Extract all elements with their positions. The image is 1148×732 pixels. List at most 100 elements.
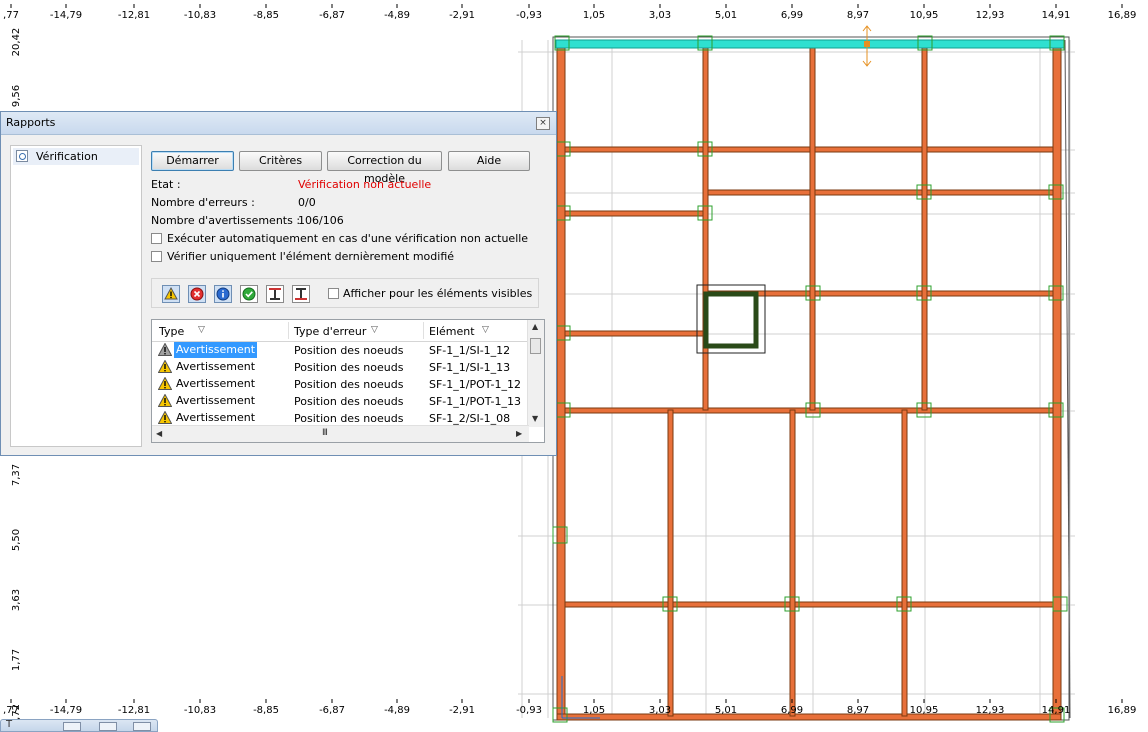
- scroll-up-icon[interactable]: ▲: [532, 322, 538, 331]
- report-tree: Vérification: [10, 145, 142, 447]
- error-filter-icon[interactable]: [188, 285, 206, 303]
- restore-icon[interactable]: [63, 722, 81, 731]
- ruler-x-label: 16,89: [1108, 10, 1137, 21]
- visible-only-checkbox[interactable]: [328, 288, 339, 299]
- ruler-y-label: 3,63: [11, 589, 22, 611]
- row-type: Avertissement: [176, 360, 256, 373]
- warnings-label: Nombre d'avertissements :: [151, 214, 301, 227]
- sort-icon[interactable]: ▽: [198, 325, 205, 335]
- ruler-x-label: 12,93: [976, 705, 1005, 716]
- vertical-scrollbar[interactable]: ▲ ▼: [527, 320, 544, 427]
- ruler-x-label: 3,03: [649, 10, 671, 21]
- row-error: Position des noeuds: [294, 395, 404, 408]
- ruler-x-label: -2,91: [449, 705, 475, 716]
- warning-icon: [158, 377, 172, 390]
- export-top-icon[interactable]: [266, 285, 284, 303]
- ruler-x-label: -8,85: [253, 10, 279, 21]
- ruler-x-label: -10,83: [184, 10, 216, 21]
- close-panel-icon[interactable]: [133, 722, 151, 731]
- info-filter-icon[interactable]: [214, 285, 232, 303]
- errors-label: Nombre d'erreurs :: [151, 196, 255, 209]
- table-row[interactable]: Avertissement Position des noeuds SF-1_1…: [152, 376, 529, 393]
- ruler-x-label: 16,89: [1108, 705, 1137, 716]
- last-element-label: Vérifier uniquement l'élément dernièreme…: [167, 250, 455, 263]
- ruler-x-label: 3,03: [649, 705, 671, 716]
- column-type[interactable]: Type: [159, 325, 184, 338]
- warning-icon: [158, 394, 172, 407]
- ruler-x-label: -12,81: [118, 705, 150, 716]
- scroll-grip[interactable]: III: [322, 428, 328, 438]
- scroll-down-icon[interactable]: ▼: [532, 414, 538, 423]
- ruler-x-label: -6,87: [319, 705, 345, 716]
- row-element: SF-1_1/SI-1_12: [429, 344, 511, 357]
- table-row[interactable]: Avertissement Position des noeuds SF-1_1…: [152, 342, 529, 359]
- ruler-x-label: -8,85: [253, 705, 279, 716]
- ruler-y-label: 20,42: [11, 28, 22, 57]
- ruler-x-label: -12,81: [118, 10, 150, 21]
- row-error: Position des noeuds: [294, 378, 404, 391]
- model-fix-button[interactable]: Correction du modèle: [327, 151, 442, 185]
- warning-filter-icon[interactable]: [162, 285, 180, 303]
- ruler-x-label: 14,91: [1042, 10, 1071, 21]
- ruler-y-label: 7,37: [11, 464, 22, 486]
- row-error: Position des noeuds: [294, 412, 404, 425]
- ruler-x-label: 8,97: [847, 705, 869, 716]
- help-button[interactable]: Aide: [448, 151, 530, 171]
- sort-icon[interactable]: ▽: [371, 325, 378, 335]
- ok-filter-icon[interactable]: [240, 285, 258, 303]
- ruler-x-label: -14,79: [50, 10, 82, 21]
- ruler-bottom: ,77 -14,79 -12,81 -10,83 -8,85 -6,87 -4,89 -2,9…: [3, 699, 1136, 716]
- ruler-x-label: 5,01: [715, 10, 737, 21]
- ruler-y-label: 1,77: [11, 649, 22, 671]
- row-element: SF-1_1/SI-1_13: [429, 361, 511, 374]
- ruler-x-label: 5,01: [715, 705, 737, 716]
- ruler-x-label: 6,99: [781, 705, 803, 716]
- ruler-x-label: -4,89: [384, 10, 410, 21]
- ruler-x-label: 10,95: [910, 705, 939, 716]
- export-bottom-icon[interactable]: [292, 285, 310, 303]
- ruler-x-label: -10,83: [184, 705, 216, 716]
- criteria-button[interactable]: Critères: [239, 151, 322, 171]
- dialog-titlebar[interactable]: Rapports ×: [1, 112, 556, 135]
- table-row[interactable]: Avertissement Position des noeuds SF-1_1…: [152, 393, 529, 410]
- scroll-right-icon[interactable]: ▶: [516, 429, 522, 438]
- scroll-left-icon[interactable]: ◀: [156, 429, 162, 438]
- maximize-icon[interactable]: [99, 722, 117, 731]
- ruler-top: ,77 -14,79 -12,81 -10,83 -8,85 -6,87 -4,89 -2,9…: [3, 4, 1136, 21]
- horizontal-scrollbar[interactable]: ◀ III ▶: [152, 425, 529, 442]
- ruler-x-label: 12,93: [976, 10, 1005, 21]
- filter-toolbar: Afficher pour les éléments visibles: [151, 278, 539, 308]
- ruler-x-label: -14,79: [50, 705, 82, 716]
- auto-run-checkbox[interactable]: [151, 233, 162, 244]
- ruler-x-label: -4,89: [384, 705, 410, 716]
- last-element-checkbox[interactable]: [151, 251, 162, 262]
- start-button[interactable]: Démarrer: [151, 151, 234, 171]
- warning-icon: [158, 411, 172, 424]
- tree-item-verification[interactable]: Vérification: [13, 148, 139, 165]
- ruler-x-label: 1,05: [583, 10, 605, 21]
- list-header: Type ▽ Type d'erreur ▽ Elément ▽: [152, 320, 529, 342]
- ruler-x-label: -6,87: [319, 10, 345, 21]
- row-error: Position des noeuds: [294, 361, 404, 374]
- ruler-x-label: ,77: [3, 10, 19, 21]
- scroll-thumb[interactable]: [530, 338, 541, 354]
- ruler-x-label: -0,93: [516, 705, 542, 716]
- close-icon[interactable]: ×: [536, 117, 550, 130]
- column-error-type[interactable]: Type d'erreur: [294, 325, 366, 338]
- warning-icon: [158, 360, 172, 373]
- table-row[interactable]: Avertissement Position des noeuds SF-1_1…: [152, 359, 529, 376]
- state-value: Vérification non actuelle: [298, 178, 432, 191]
- visible-only-label: Afficher pour les éléments visibles: [343, 287, 533, 300]
- column-element[interactable]: Elément: [429, 325, 475, 338]
- panel-label: T: [6, 719, 13, 730]
- sort-icon[interactable]: ▽: [482, 325, 489, 335]
- auto-run-label: Exécuter automatiquement en cas d'une vé…: [167, 232, 529, 245]
- row-type: Avertissement: [176, 377, 256, 390]
- tree-item-label: Vérification: [36, 150, 98, 163]
- minimized-panel[interactable]: T: [0, 719, 158, 732]
- row-element: SF-1_1/POT-1_12: [429, 378, 521, 391]
- dialog-title: Rapports: [6, 116, 56, 129]
- ruler-x-label: 8,97: [847, 10, 869, 21]
- column-divider[interactable]: [288, 322, 289, 339]
- column-divider[interactable]: [423, 322, 424, 339]
